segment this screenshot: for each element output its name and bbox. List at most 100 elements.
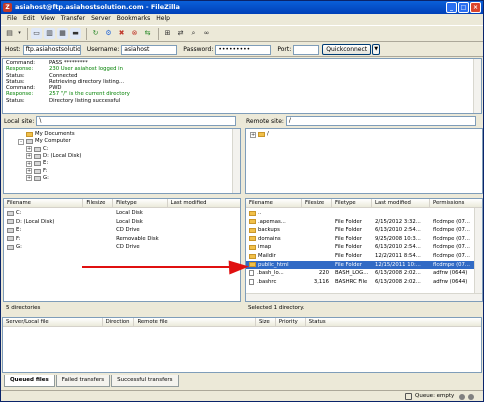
tree-item[interactable]: + E: (26, 160, 48, 167)
col-remote-file[interactable]: Remote file (134, 318, 256, 326)
cancel-icon[interactable]: ✖ (116, 28, 127, 39)
local-tree-scrollbar[interactable] (232, 129, 240, 193)
refresh-icon[interactable]: ↻ (90, 28, 101, 39)
tree-item[interactable]: + F: (26, 168, 47, 175)
menu-server[interactable]: Server (88, 14, 114, 24)
expander-icon[interactable]: + (26, 153, 32, 160)
col-filesize[interactable]: Filesize (83, 199, 114, 207)
remote-site-input[interactable]: / (285, 116, 476, 126)
col-filename[interactable]: Filename (4, 199, 84, 207)
remote-list-scrollbar[interactable] (474, 208, 482, 294)
folder-icon (249, 253, 256, 259)
file-row[interactable]: E: CD Drive (4, 226, 240, 234)
tab-successful-transfers[interactable]: Successful transfers (111, 375, 179, 387)
menu-edit[interactable]: Edit (20, 14, 38, 24)
quickconnect-dropdown-icon[interactable]: ▼ (372, 44, 381, 55)
tree-item[interactable]: + G: (26, 175, 49, 182)
tree-item-label: E: (43, 160, 49, 167)
tree-item[interactable]: + D: (Local Disk) (26, 153, 81, 160)
file-row[interactable]: G: CD Drive (4, 243, 240, 251)
expander-icon[interactable]: + (26, 175, 32, 182)
toolbar-separator (86, 27, 87, 40)
expander-icon[interactable]: - (18, 138, 24, 145)
folder-icon (249, 210, 256, 216)
col-last-modified[interactable]: Last modified (168, 199, 240, 207)
menu-help[interactable]: Help (153, 14, 173, 24)
file-row[interactable]: imap File Folder 6/13/2010 2:54... flcdmpe … (246, 243, 475, 251)
search-icon[interactable]: ⌕ (188, 28, 199, 39)
file-row[interactable]: D: (Local Disk) Local Disk (4, 218, 240, 226)
menu-transfer[interactable]: Transfer (58, 14, 88, 24)
file-row-selected[interactable]: public_html File Folder 12/15/2011 10:... f… (246, 260, 475, 269)
file-icon (249, 270, 254, 277)
file-permissions: flcdmpe (07... (433, 227, 470, 234)
tree-item[interactable]: My Documents (18, 131, 75, 138)
file-modified: 12/15/2011 10:... (375, 261, 421, 268)
password-input[interactable]: ••••••••• (215, 44, 272, 55)
col-filetype[interactable]: Filetype (332, 199, 372, 207)
expander-icon[interactable]: + (26, 146, 32, 153)
file-row[interactable]: C: Local Disk (4, 209, 240, 217)
tab-failed-transfers[interactable]: Failed transfers (55, 375, 111, 387)
port-input[interactable] (293, 44, 320, 55)
close-button[interactable]: × (470, 2, 481, 13)
dropdown-arrow-icon[interactable]: ▾ (17, 28, 22, 39)
process-queue-icon[interactable]: ⚙ (103, 28, 114, 39)
file-row[interactable]: .bashrc 3,116 BASHRC File 6/13/2008 2:02...… (246, 278, 475, 286)
col-filename[interactable]: Filename (246, 199, 302, 207)
col-priority[interactable]: Priority (276, 318, 306, 326)
drive-icon (34, 161, 41, 167)
tree-item[interactable]: - My Computer (18, 138, 71, 145)
expander-icon[interactable]: + (26, 168, 32, 174)
file-permissions: flcdmpe (07... (433, 253, 470, 259)
file-permissions: adfrw (0644) (433, 270, 468, 277)
reconnect-icon[interactable]: ⇆ (142, 28, 153, 39)
col-filetype[interactable]: Filetype (113, 199, 168, 207)
file-name: imap (258, 244, 272, 251)
username-input[interactable]: asiahost (121, 44, 178, 55)
toggle-log-icon[interactable]: ▭ (31, 28, 42, 39)
site-manager-icon[interactable]: ▤ (4, 28, 15, 39)
file-row[interactable]: .bash_lo... 220 BASH_LOG... 6/13/2008 2:02.… (246, 269, 475, 277)
file-row[interactable]: F: Removable Disk (4, 235, 240, 243)
log-scrollbar[interactable] (473, 59, 481, 113)
file-type: Removable Disk (116, 235, 159, 242)
file-row[interactable]: .apemas... File Folder 2/15/2012 3:32... fl… (246, 218, 475, 226)
expander-icon[interactable]: + (250, 131, 256, 138)
col-last-modified[interactable]: Last modified (372, 199, 430, 207)
local-site-input[interactable]: \ (36, 116, 237, 126)
file-type: File Folder (335, 227, 362, 234)
tab-queued-files[interactable]: Queued files (4, 375, 55, 387)
col-status[interactable]: Status (306, 318, 481, 326)
col-filesize[interactable]: Filesize (302, 199, 332, 207)
remote-list-hscrollbar[interactable] (246, 293, 482, 301)
file-row[interactable]: .. (246, 209, 475, 217)
maximize-button[interactable]: □ (458, 2, 469, 13)
toggle-queue-icon[interactable]: ▬ (70, 28, 81, 39)
tree-item[interactable]: + / (250, 131, 269, 138)
host-input[interactable]: ftp.asiahostsolution. (22, 44, 81, 55)
compare-icon[interactable]: ⊞ (162, 28, 173, 39)
col-server-local-file[interactable]: Server/Local file (3, 318, 103, 326)
file-row[interactable]: Maildir File Folder 12/2/2011 8:54... flcdm… (246, 252, 475, 260)
quickconnect-button[interactable]: Quickconnect (322, 44, 372, 55)
col-direction[interactable]: Direction (103, 318, 135, 326)
file-row[interactable]: domains File Folder 9/25/2008 10:3... flcdm… (246, 235, 475, 243)
menu-bookmarks[interactable]: Bookmarks (114, 14, 154, 24)
sync-browse-icon[interactable]: ⇄ (175, 28, 186, 39)
toggle-tree-icon[interactable]: ▥ (44, 28, 55, 39)
disconnect-icon[interactable]: ⊗ (129, 28, 140, 39)
toggle-remote-tree-icon[interactable]: ▦ (57, 28, 68, 39)
file-modified: 6/13/2008 2:02... (375, 278, 421, 285)
file-row[interactable]: backups File Folder 6/13/2010 2:54... flcdm… (246, 226, 475, 234)
window-title: asiahost@ftp.asiahostsolution.com - File… (15, 3, 180, 11)
tree-item[interactable]: + C: (26, 146, 48, 153)
col-size[interactable]: Size (256, 318, 276, 326)
col-permissions[interactable]: Permissions (430, 199, 476, 207)
folder-icon (249, 244, 256, 250)
menu-file[interactable]: File (4, 14, 20, 24)
binoculars-icon[interactable]: ∞ (201, 28, 212, 39)
menu-view[interactable]: View (38, 14, 58, 24)
minimize-button[interactable]: _ (446, 2, 457, 13)
expander-icon[interactable]: + (26, 160, 32, 167)
